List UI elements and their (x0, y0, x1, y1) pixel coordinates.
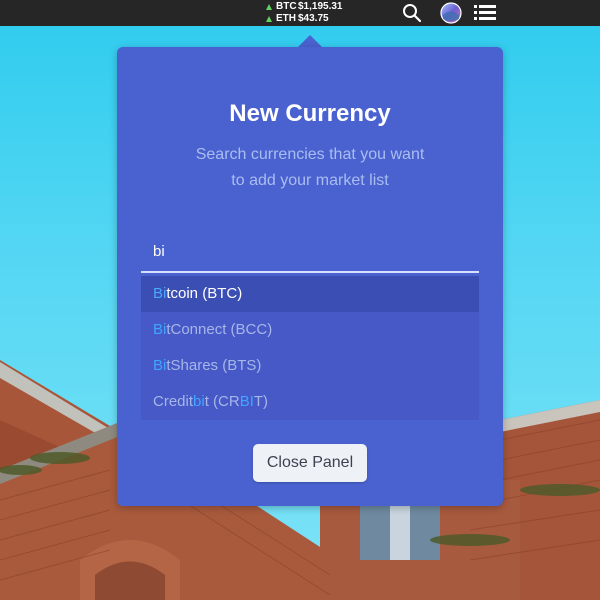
result-text: Credit (153, 393, 194, 410)
ticker-symbol: BTC (276, 1, 297, 12)
result-text: tShares (BTS) (166, 357, 262, 374)
match-highlight: Bi (153, 357, 167, 374)
popover-caret (298, 35, 322, 47)
search-result-item[interactable]: Bitcoin (BTC) (141, 276, 479, 312)
search-result-item[interactable]: BitShares (BTS) (141, 348, 479, 384)
trend-up-icon (266, 16, 272, 22)
trend-up-icon (266, 4, 272, 10)
close-panel-button[interactable]: Close Panel (253, 444, 367, 482)
new-currency-panel: New Currency Search currencies that you … (117, 47, 503, 506)
search-result-item[interactable]: Creditbit (CRBIT) (141, 384, 479, 420)
match-highlight: Bi (153, 321, 167, 338)
avatar-icon[interactable] (440, 2, 462, 29)
menu-bar: BTC $1,195.31 ETH $43.75 (0, 0, 600, 26)
ticker-price: $1,195.31 (298, 1, 343, 12)
search-input-value: bi (153, 243, 165, 260)
search-icon[interactable] (402, 3, 422, 28)
search-result-item[interactable]: BitConnect (BCC) (141, 312, 479, 348)
match-highlight: BI (239, 393, 254, 410)
match-highlight: Bi (153, 285, 167, 302)
price-ticker[interactable]: BTC $1,195.31 ETH $43.75 (266, 1, 343, 25)
subtitle-line-2: to add your market list (231, 172, 389, 189)
subtitle-line-1: Search currencies that you want (195, 146, 425, 163)
panel-title: New Currency (229, 100, 391, 127)
result-text: tcoin (BTC) (166, 285, 243, 302)
search-results-list: Bitcoin (BTC) BitConnect (BCC) BitShares (… (141, 276, 479, 420)
panel-subtitle: Search currencies that you want to add y… (157, 142, 463, 194)
result-text: T) (253, 393, 269, 410)
result-text: t (CR (204, 393, 240, 410)
currency-search-input[interactable]: bi (141, 235, 479, 273)
list-menu-icon[interactable] (474, 4, 496, 27)
ticker-price: $43.75 (298, 13, 329, 24)
ticker-row-btc: BTC $1,195.31 (266, 1, 343, 13)
ticker-symbol: ETH (276, 13, 296, 24)
ticker-row-eth: ETH $43.75 (266, 13, 343, 25)
match-highlight: bi (193, 393, 205, 410)
result-text: tConnect (BCC) (166, 321, 273, 338)
